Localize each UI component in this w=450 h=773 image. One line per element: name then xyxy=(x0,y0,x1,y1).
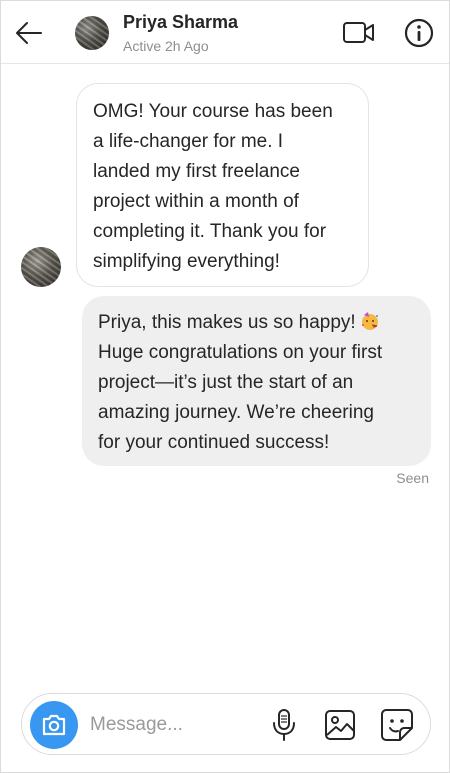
incoming-message-bubble[interactable]: OMG! Your course has been a life-changer… xyxy=(76,83,369,287)
message-line: Priya, this makes us so happy! xyxy=(98,308,415,338)
message-line: Huge congratulations on your first xyxy=(98,342,383,363)
message-line: landed my first freelance xyxy=(93,161,300,182)
partying-face-emoji xyxy=(360,311,380,331)
back-arrow-icon[interactable] xyxy=(13,17,45,49)
seen-indicator: Seen xyxy=(396,470,429,486)
video-camera-icon[interactable] xyxy=(342,19,376,47)
message-line: for your continued success! xyxy=(98,432,330,453)
message-line: a life-changer for me. I xyxy=(93,131,284,152)
sticker-icon[interactable] xyxy=(380,708,414,742)
message-line: amazing journey. We’re cheering xyxy=(98,402,374,423)
message-line: OMG! Your course has been xyxy=(93,101,333,122)
microphone-icon[interactable] xyxy=(270,708,298,742)
camera-icon[interactable] xyxy=(30,701,78,749)
outgoing-message-bubble[interactable]: Priya, this makes us so happy! Huge cong… xyxy=(82,296,431,466)
message-input[interactable] xyxy=(88,710,262,740)
message-line: completing it. Thank you for xyxy=(93,221,327,242)
image-icon[interactable] xyxy=(324,709,356,741)
sender-avatar[interactable] xyxy=(21,247,61,287)
message-composer xyxy=(21,693,431,755)
info-icon[interactable] xyxy=(403,17,435,49)
message-line: simplifying everything! xyxy=(93,251,280,272)
message-line: project within a month of xyxy=(93,191,299,212)
chat-header: Priya Sharma Active 2h Ago xyxy=(1,1,449,64)
chat-window: Priya Sharma Active 2h Ago OMG! Your cou… xyxy=(0,0,450,773)
message-line: project—it’s just the start of an xyxy=(98,372,354,393)
avatar[interactable] xyxy=(75,16,109,50)
contact-name[interactable]: Priya Sharma xyxy=(123,12,238,33)
active-status: Active 2h Ago xyxy=(123,38,209,54)
